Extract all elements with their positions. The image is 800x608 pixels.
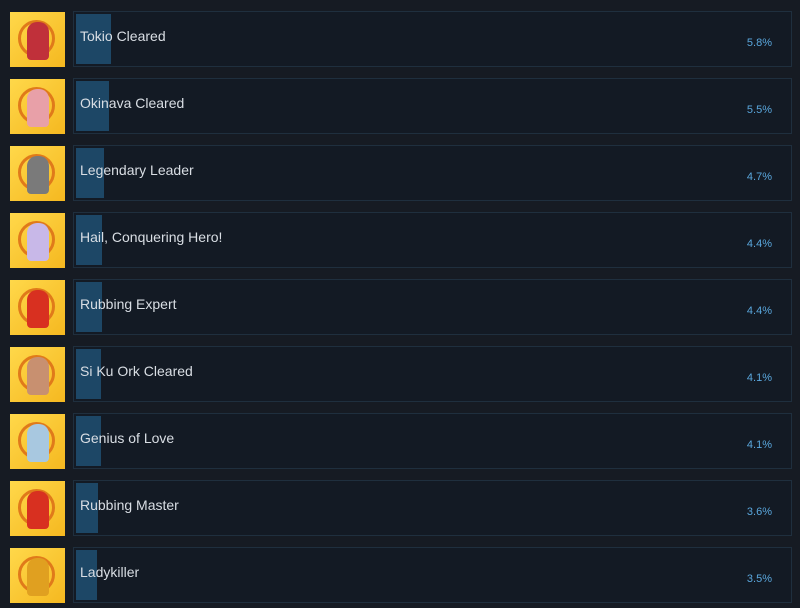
achievement-name: Rubbing Expert <box>80 296 177 312</box>
sword-shield-icon <box>10 146 65 201</box>
achievement-percent: 4.4% <box>746 305 772 317</box>
achievement-name: Genius of Love <box>80 430 175 446</box>
crowned-creature-icon <box>10 548 65 603</box>
achievement-progress-bar: Ladykiller 3.5% <box>73 547 792 603</box>
achievement-row[interactable]: Rubbing Expert 4.4% <box>10 279 792 335</box>
achievement-row[interactable]: Tokio Cleared 5.8% <box>10 11 792 67</box>
achievement-row[interactable]: Okinava Cleared 5.5% <box>10 78 792 134</box>
achievement-progress-bar: Genius of Love 4.1% <box>73 413 792 469</box>
achievement-percent: 4.1% <box>746 372 772 384</box>
red-creature-icon <box>10 481 65 536</box>
achievement-row[interactable]: Hail, Conquering Hero! 4.4% <box>10 212 792 268</box>
achievement-row[interactable]: Genius of Love 4.1% <box>10 413 792 469</box>
achievement-row[interactable]: Rubbing Master 3.6% <box>10 480 792 536</box>
red-creature-icon <box>10 280 65 335</box>
achievement-name: Ladykiller <box>80 564 140 580</box>
achievement-percent: 4.7% <box>746 171 772 183</box>
achievement-progress-bar: Legendary Leader 4.7% <box>73 145 792 201</box>
achievement-progress-bar: Rubbing Master 3.6% <box>73 480 792 536</box>
achievement-percent: 4.4% <box>746 238 772 250</box>
achievement-name: Okinava Cleared <box>80 95 185 111</box>
achievement-percent: 3.5% <box>746 573 772 585</box>
achievement-row[interactable]: Legendary Leader 4.7% <box>10 145 792 201</box>
achievement-percent: 5.5% <box>746 104 772 116</box>
white-haired-girl-icon <box>10 213 65 268</box>
achievement-progress-bar: Tokio Cleared 5.8% <box>73 11 792 67</box>
achievement-progress-bar: Okinava Cleared 5.5% <box>73 78 792 134</box>
achievement-row[interactable]: Si Ku Ork Cleared 4.1% <box>10 346 792 402</box>
achievement-name: Legendary Leader <box>80 162 194 178</box>
blue-creature-icon <box>10 414 65 469</box>
achievement-percent: 3.6% <box>746 506 772 518</box>
achievement-percent: 5.8% <box>746 37 772 49</box>
achievement-row[interactable]: Ladykiller 3.5% <box>10 547 792 603</box>
achievement-name: Si Ku Ork Cleared <box>80 363 193 379</box>
red-haired-girl-icon <box>10 12 65 67</box>
achievement-percent: 4.1% <box>746 439 772 451</box>
achievement-progress-bar: Rubbing Expert 4.4% <box>73 279 792 335</box>
achievement-name: Hail, Conquering Hero! <box>80 229 223 245</box>
brown-haired-girl-icon <box>10 347 65 402</box>
achievement-progress-bar: Si Ku Ork Cleared 4.1% <box>73 346 792 402</box>
pink-haired-girl-icon <box>10 79 65 134</box>
achievement-name: Tokio Cleared <box>80 28 166 44</box>
achievement-name: Rubbing Master <box>80 497 179 513</box>
achievement-progress-bar: Hail, Conquering Hero! 4.4% <box>73 212 792 268</box>
